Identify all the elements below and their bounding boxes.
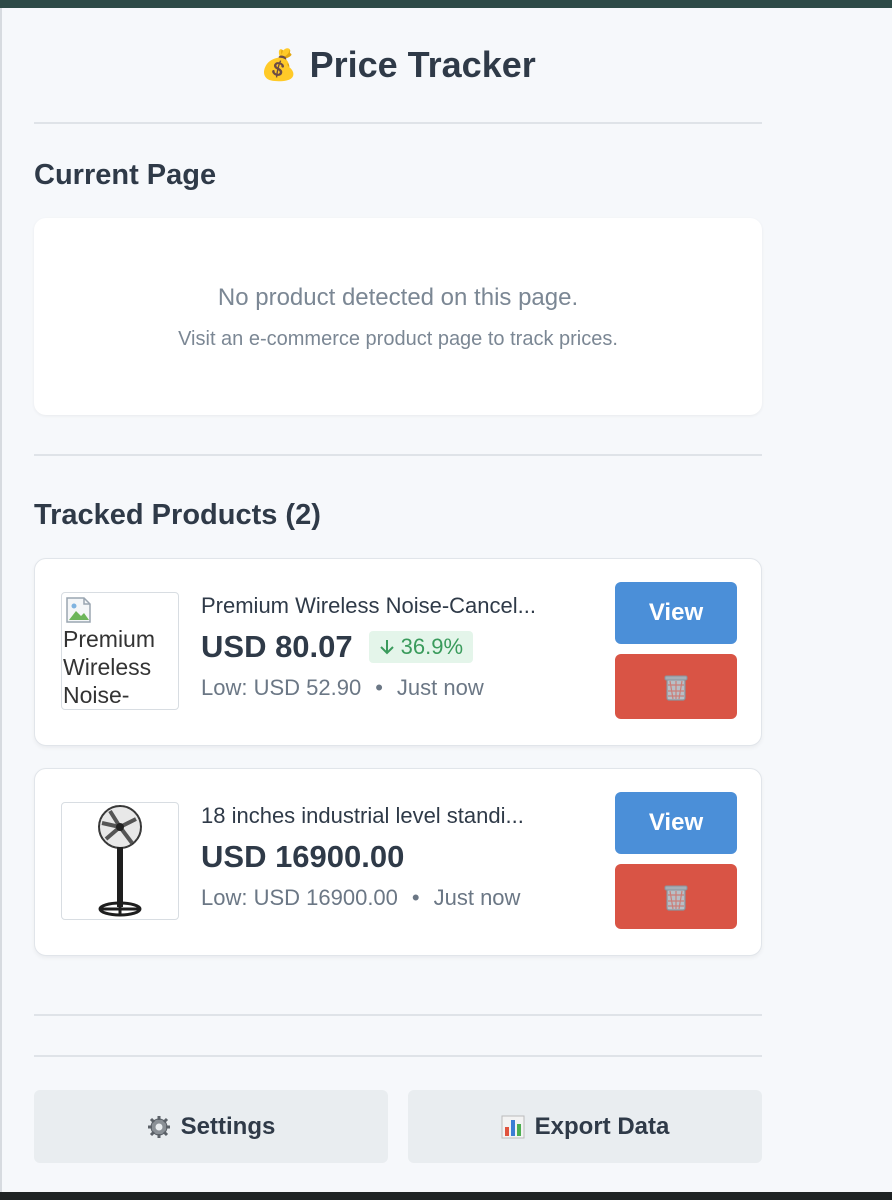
- price-change-badge: 36.9%: [368, 631, 474, 663]
- current-page-card: No product detected on this page. Visit …: [34, 218, 762, 415]
- browser-bottom-strip: [0, 1192, 892, 1200]
- price-row: USD 80.07 36.9%: [201, 629, 601, 665]
- product-meta: Low: USD 52.90 • Just now: [201, 675, 601, 701]
- view-button[interactable]: View: [615, 792, 737, 854]
- broken-image-icon: [66, 597, 91, 623]
- separator-dot: •: [375, 675, 383, 700]
- export-data-label: Export Data: [534, 1112, 670, 1140]
- delete-button[interactable]: [615, 654, 737, 719]
- trash-icon: [664, 885, 688, 911]
- last-updated: Just now: [396, 675, 484, 700]
- divider: [34, 1055, 762, 1057]
- image-alt-text: Premium Wireless Noise-: [63, 626, 156, 708]
- product-image: [61, 802, 179, 920]
- no-product-hint: Visit an e-commerce product page to trac…: [178, 328, 618, 350]
- product-name[interactable]: Premium Wireless Noise-Cancel...: [201, 593, 593, 619]
- gear-icon: [147, 1115, 170, 1138]
- app-title: 💰 Price Tracker: [260, 44, 536, 86]
- tracked-products-heading: Tracked Products (2): [34, 499, 321, 531]
- divider: [34, 1014, 762, 1016]
- product-meta: Low: USD 16900.00 • Just now: [201, 885, 601, 911]
- trash-icon: [664, 675, 688, 701]
- separator-dot: •: [411, 885, 420, 910]
- arrow-down-icon: [379, 640, 394, 655]
- price-change-value: 36.9%: [400, 634, 464, 659]
- last-updated: Just now: [433, 885, 521, 910]
- bar-chart-icon: [501, 1115, 525, 1138]
- product-card: 18 inches industrial level standi... USD…: [34, 768, 762, 956]
- view-button[interactable]: View: [615, 582, 737, 644]
- lowest-price: Low: USD 52.90: [201, 675, 362, 700]
- settings-button[interactable]: Settings: [34, 1090, 388, 1163]
- header: 💰 Price Tracker: [2, 44, 794, 86]
- price-tracker-popup: 💰 Price Tracker Current Page No product …: [2, 8, 780, 1192]
- product-info: Premium Wireless Noise-Cancel... USD 80.…: [201, 593, 601, 701]
- browser-top-strip: [0, 0, 892, 8]
- current-price: USD 16900.00: [201, 839, 405, 874]
- product-card: Premium Wireless Noise- Premium Wireless…: [34, 558, 762, 746]
- money-bag-icon: 💰: [260, 48, 298, 82]
- no-product-message: No product detected on this page.: [217, 284, 579, 311]
- divider: [34, 454, 762, 456]
- right-background-pane: [762, 8, 892, 1194]
- divider: [34, 122, 762, 124]
- price-row: USD 16900.00: [201, 839, 601, 875]
- settings-label: Settings: [180, 1112, 276, 1140]
- app-title-text: Price Tracker: [309, 44, 536, 85]
- standing-fan-image: [98, 805, 142, 917]
- lowest-price: Low: USD 16900.00: [201, 885, 398, 910]
- export-data-button[interactable]: Export Data: [408, 1090, 762, 1163]
- current-page-heading: Current Page: [34, 159, 217, 191]
- current-price: USD 80.07: [201, 629, 353, 664]
- product-image: Premium Wireless Noise-: [61, 592, 179, 710]
- product-info: 18 inches industrial level standi... USD…: [201, 803, 601, 911]
- delete-button[interactable]: [615, 864, 737, 929]
- product-name[interactable]: 18 inches industrial level standi...: [201, 803, 593, 829]
